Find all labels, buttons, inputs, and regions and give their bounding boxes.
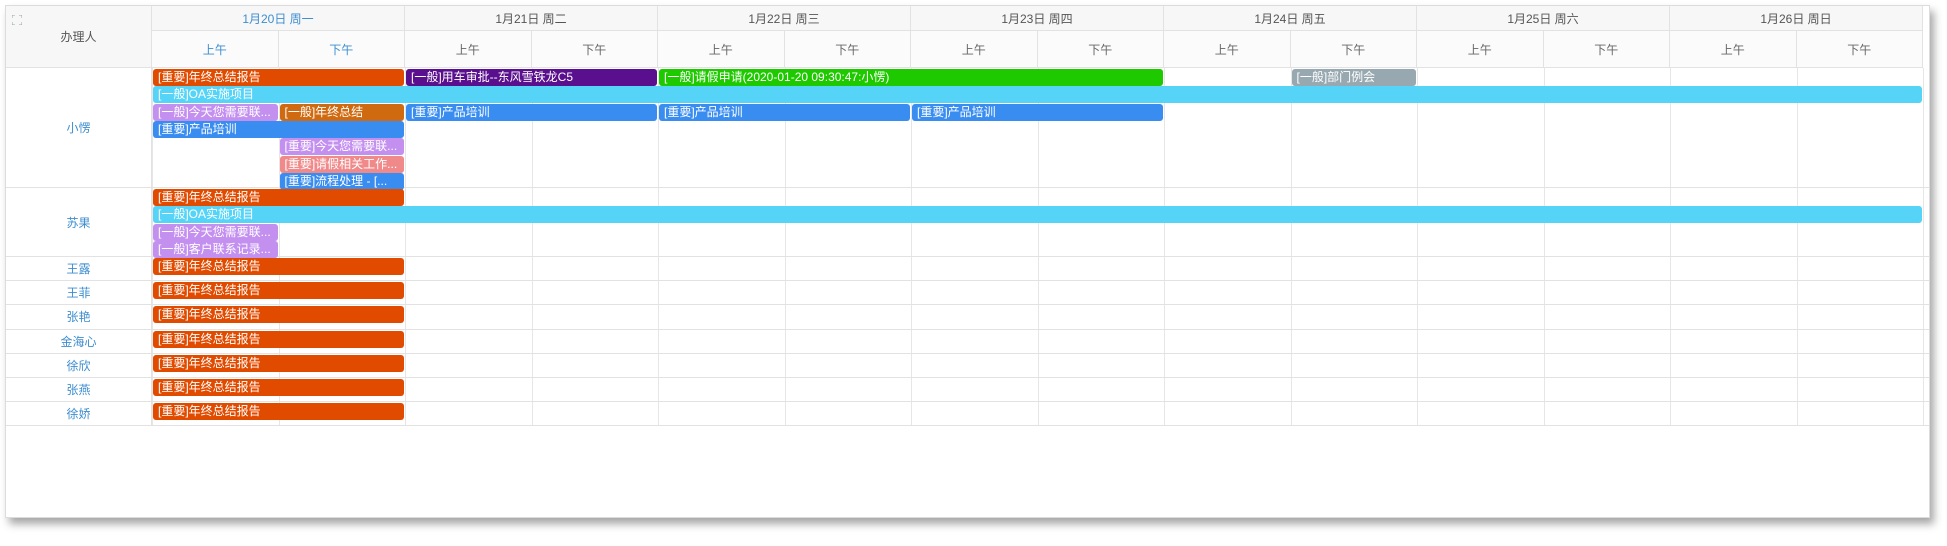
column-divider: [1164, 68, 1165, 427]
event-bar[interactable]: [重要]请假相关工作...: [279, 155, 404, 173]
day-header[interactable]: 1月21日 周二: [405, 6, 658, 31]
am-header: 上午: [1164, 31, 1291, 68]
am-header: 上午: [1670, 31, 1797, 68]
am-header: 上午: [405, 31, 532, 68]
assignee-name[interactable]: 张燕: [6, 378, 152, 403]
event-bar[interactable]: [重要]年终总结报告: [153, 282, 404, 300]
row-divider: [152, 377, 1929, 378]
pm-header: 下午: [1796, 31, 1923, 68]
am-header: 上午: [658, 31, 785, 68]
event-bar[interactable]: [一般]用车审批--东风雪铁龙C5: [406, 69, 657, 86]
pm-header: 下午: [278, 31, 405, 68]
event-bar[interactable]: [重要]年终总结报告: [153, 354, 404, 372]
day-header[interactable]: 1月26日 周日: [1670, 6, 1923, 31]
day-header[interactable]: 1月24日 周五: [1164, 6, 1417, 31]
pm-header: 下午: [1290, 31, 1417, 68]
event-bar[interactable]: [一般]OA实施项目: [153, 86, 1922, 104]
schedule-board: 办理人 1月20日 周一 上午 下午 1月21日 周二 上午 下午 1月22日 周三 上午 下午…: [5, 5, 1930, 518]
day-header[interactable]: 1月25日 周六: [1417, 6, 1670, 31]
fullscreen-icon[interactable]: [12, 15, 22, 25]
column-divider: [1543, 68, 1545, 427]
row-divider: [152, 280, 1929, 282]
event-bar[interactable]: [一般]今天您需要联...: [153, 103, 278, 121]
event-bar[interactable]: [一般]年终总结: [279, 103, 404, 121]
row-divider: [152, 328, 1929, 330]
assignee-label: 办理人: [60, 30, 97, 44]
assignee-name[interactable]: 王露: [6, 257, 152, 282]
event-bar[interactable]: [重要]产品培训: [406, 103, 657, 121]
event-bar[interactable]: [一般]客户联系记录...: [153, 240, 278, 258]
event-bar[interactable]: [重要]年终总结报告: [153, 258, 404, 275]
assignee-name[interactable]: 张艳: [6, 305, 152, 330]
column-divider: [1670, 68, 1671, 427]
assignee-name[interactable]: 苏果: [6, 188, 152, 257]
assignee-header: 办理人: [6, 6, 152, 68]
column-divider: [784, 68, 786, 427]
event-bar[interactable]: [一般]今天您需要联...: [153, 223, 278, 241]
event-bar[interactable]: [重要]年终总结报告: [153, 330, 404, 348]
event-bar[interactable]: [重要]流程处理 - [...: [279, 172, 404, 190]
event-bar[interactable]: [重要]今天您需要联...: [279, 138, 404, 156]
column-divider: [1037, 68, 1039, 427]
pm-header: 下午: [1543, 31, 1670, 68]
pm-header: 下午: [784, 31, 911, 68]
event-bar[interactable]: [重要]年终总结报告: [153, 189, 404, 206]
pm-header: 下午: [1037, 31, 1164, 68]
am-header: 上午: [911, 31, 1038, 68]
column-divider: [1796, 68, 1798, 427]
assignee-name[interactable]: 徐欣: [6, 353, 152, 378]
column-divider: [1923, 68, 1924, 427]
column-divider: [531, 68, 533, 427]
row-divider: [152, 352, 1929, 354]
row-divider: [152, 304, 1929, 306]
assignee-name[interactable]: 徐娇: [6, 402, 152, 427]
am-header: 上午: [1417, 31, 1544, 68]
day-header[interactable]: 1月20日 周一: [152, 6, 405, 31]
pm-header: 下午: [531, 31, 658, 68]
event-bar[interactable]: [一般]OA实施项目: [153, 206, 1922, 224]
column-divider: [911, 68, 912, 427]
row-divider: [152, 187, 1929, 188]
event-bar[interactable]: [重要]产品培训: [912, 103, 1163, 121]
assignee-name[interactable]: 小愣: [6, 68, 152, 188]
event-bar[interactable]: [重要]年终总结报告: [153, 403, 404, 421]
schedule-grid: 办理人 1月20日 周一 上午 下午 1月21日 周二 上午 下午 1月22日 周三 上午 下午…: [6, 6, 1929, 517]
event-bar[interactable]: [重要]年终总结报告: [153, 379, 404, 396]
column-divider: [658, 68, 659, 427]
row-divider: [152, 256, 1929, 257]
assignee-name[interactable]: 金海心: [6, 329, 152, 354]
event-bar[interactable]: [重要]年终总结报告: [153, 306, 404, 324]
assignee-name[interactable]: 王菲: [6, 281, 152, 306]
row-divider: [152, 401, 1929, 403]
column-divider: [1290, 68, 1292, 427]
row-divider: [152, 425, 1929, 427]
day-header[interactable]: 1月23日 周四: [911, 6, 1164, 31]
event-bar[interactable]: [重要]产品培训: [659, 103, 910, 121]
event-bar[interactable]: [重要]产品培训: [153, 120, 404, 138]
event-bar[interactable]: [一般]请假申请(2020-01-20 09:30:47:小愣): [659, 69, 1163, 86]
column-divider: [1417, 68, 1418, 427]
column-divider: [405, 68, 406, 427]
event-bar[interactable]: [重要]年终总结报告: [153, 69, 404, 86]
am-header: 上午: [152, 31, 279, 68]
event-bar[interactable]: [一般]部门例会: [1291, 69, 1416, 86]
day-header[interactable]: 1月22日 周三: [658, 6, 911, 31]
